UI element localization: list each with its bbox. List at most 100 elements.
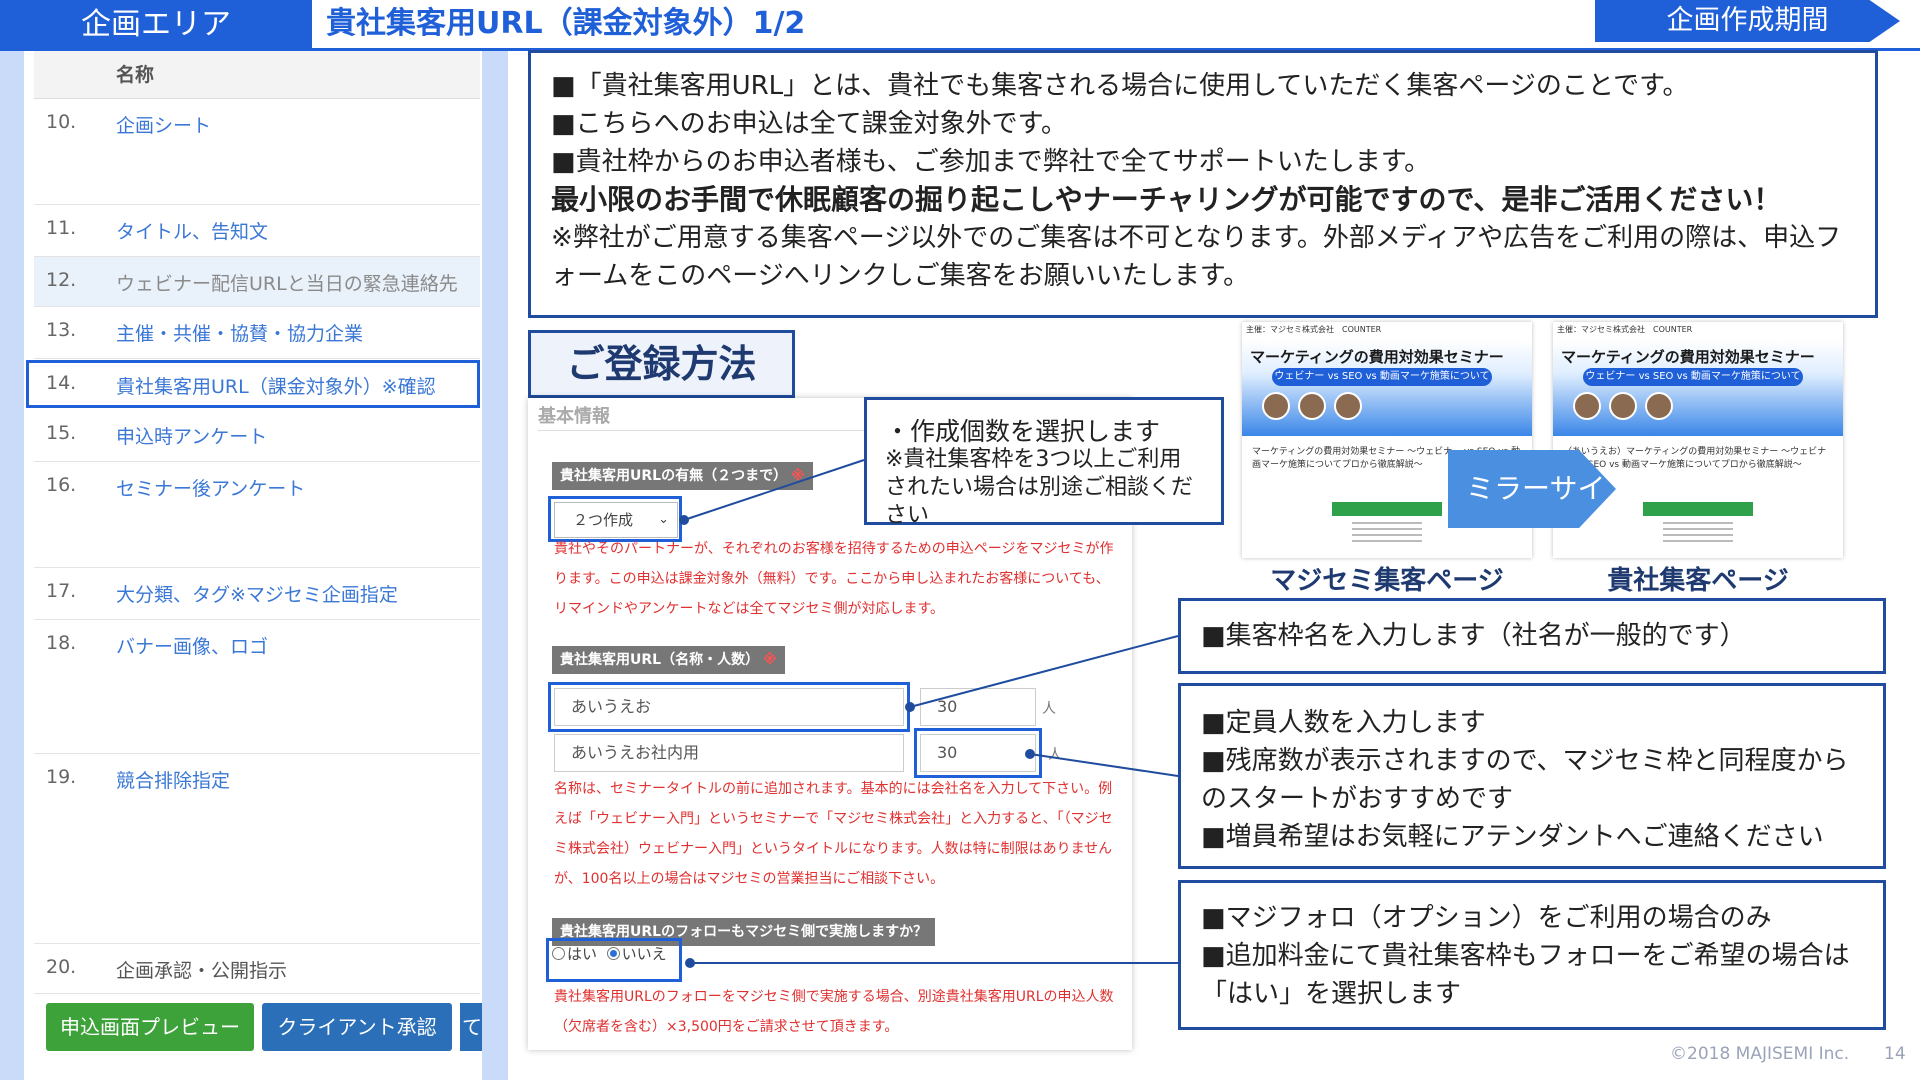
sidebar-item-approval[interactable]: 20. 企画承認・公開指示 <box>34 944 480 994</box>
sidebar-item-number: 17. <box>46 580 77 602</box>
name-input-highlight <box>548 682 910 732</box>
registration-title: ご登録方法 <box>528 330 795 398</box>
sidebar-item-label[interactable]: セミナー後アンケート <box>116 474 476 501</box>
sidebar-item-label[interactable]: 企画承認・公開指示 <box>116 956 476 983</box>
thumbnail-apply-button <box>1643 502 1753 516</box>
field-label-text: 貴社集客用URLの有無（２つまで） <box>560 468 788 484</box>
thumbnail-banner-title: マーケティングの費用対効果セミナー <box>1250 348 1504 366</box>
thumbnail-header: 主催：マジセミ株式会社 COUNTER <box>1246 325 1382 334</box>
sidebar-item-number: 13. <box>46 319 77 341</box>
sidebar-item-label[interactable]: タイトル、告知文 <box>116 217 476 244</box>
speaker-avatar <box>1298 392 1326 420</box>
form-section-label: 基本情報 <box>538 406 610 427</box>
sidebar-item-competitor-exclusion[interactable]: 19. 競合排除指定 <box>34 754 480 944</box>
thumbnail-banner: マーケティングの費用対効果セミナー ウェビナー vs SEO vs 動画マーケ施… <box>1553 340 1843 436</box>
callout-text: ■マジフォロ（オプション）をご利用の場合のみ <box>1201 903 1772 933</box>
form-note-url-count: 貴社やそのパートナーが、それぞれのお客様を招待するための申込ページをマジセミが作… <box>554 541 1114 617</box>
intro-line: ■貴社枠からのお申込者様も、ご参加まで弊社で全てサポートいたします。 <box>551 147 1431 177</box>
form-note-follow: 貴社集客用URLのフォローをマジセミ側で実施する場合、別途貴社集客用URLの申込… <box>554 989 1114 1035</box>
thumbnail-banner-title: マーケティングの費用対効果セミナー <box>1561 348 1815 366</box>
callout-text: ■残席数が表示されますので、マジセミ枠と同程度からのスタートがおすすめです <box>1201 746 1849 814</box>
header-area-label: 企画エリア <box>0 0 312 50</box>
speaker-avatar <box>1262 392 1290 420</box>
page-title: 貴社集客用URL（課金対象外）1/2 <box>326 6 806 41</box>
sidebar-item-number: 11. <box>46 217 77 239</box>
url-name-input-2[interactable]: あいうえお社内用 <box>554 734 904 772</box>
callout-count: ・作成個数を選択します ※貴社集客枠を3つ以上ご利用されたい場合は別途ご相談くだ… <box>864 397 1224 528</box>
unit-label: 人 <box>1042 701 1056 717</box>
sidebar-item-number: 15. <box>46 422 77 444</box>
thumbnail-header: 主催：マジセミ株式会社 COUNTER <box>1557 325 1693 334</box>
connector-dot <box>679 515 689 525</box>
sidebar-item-organizers[interactable]: 13. 主催・共催・協賛・協力企業 <box>34 307 480 359</box>
sidebar-item-number: 12. <box>46 269 77 291</box>
copyright: ©2018 MAJISEMI Inc. <box>1670 1044 1850 1064</box>
thumbnail-banner-subtitle: ウェビナー vs SEO vs 動画マーケ施策について <box>1272 368 1492 386</box>
sidebar-item-label[interactable]: 貴社集客用URL（課金対象外）※確認 <box>116 372 476 399</box>
callout-text: ■定員人数を入力します <box>1201 708 1486 738</box>
connector-dot <box>905 702 915 712</box>
thumbnail-fine-print <box>1663 522 1733 546</box>
sidebar-item-number: 14. <box>46 372 77 394</box>
speaker-avatar <box>1334 392 1362 420</box>
callout-text: ※貴社集客枠を3つ以上ご利用されたい場合は別途ご相談ください <box>885 447 1194 528</box>
thumbnail-banner-subtitle: ウェビナー vs SEO vs 動画マーケ施策について <box>1583 368 1803 386</box>
sidebar-column-header: 名称 <box>34 51 480 99</box>
intro-note: ※弊社がご用意する集客ページ以外でのご集客は不可となります。外部メディアや広告を… <box>551 223 1842 291</box>
intro-box: ■「貴社集客用URL」とは、貴社でも集客される場合に使用していただく集客ページの… <box>528 50 1878 318</box>
callout-follow: ■マジフォロ（オプション）をご利用の場合のみ ■追加料金にて貴社集客枠もフォロー… <box>1178 880 1886 1030</box>
sidebar-item-webinar-url[interactable]: 12. ウェビナー配信URLと当日の緊急連絡先 <box>34 257 480 307</box>
preview-button[interactable]: 申込画面プレビュー <box>46 1003 254 1051</box>
client-approve-button[interactable]: クライアント承認 <box>262 1003 452 1051</box>
sidebar-item-post-survey[interactable]: 16. セミナー後アンケート <box>34 462 480 568</box>
speaker-avatar <box>1609 392 1637 420</box>
sidebar-item-title[interactable]: 11. タイトル、告知文 <box>34 205 480 257</box>
speaker-avatar <box>1645 392 1673 420</box>
sidebar-item-label[interactable]: 主催・共催・協賛・協力企業 <box>116 319 476 346</box>
thumbnail-fine-print <box>1352 522 1422 546</box>
sidebar-item-number: 18. <box>46 632 77 654</box>
radio-highlight <box>546 938 682 982</box>
sidebar-item-number: 20. <box>46 956 77 978</box>
url-count-input-1[interactable]: 30 <box>920 688 1036 726</box>
callout-text: ■増員希望はお気軽にアテンダントへご連絡ください <box>1201 822 1824 852</box>
count-input-highlight <box>914 728 1042 778</box>
company-page-thumbnail: 主催：マジセミ株式会社 COUNTER マーケティングの費用対効果セミナー ウェ… <box>1553 322 1843 558</box>
sidebar-item-banner-logo[interactable]: 18. バナー画像、ロゴ <box>34 620 480 754</box>
intro-highlight: 最小限のお手間で休眠顧客の掘り起こしやナーチャリングが可能ですので、是非ご活用く… <box>551 183 1782 216</box>
intro-line: ■こちらへのお申込は全て課金対象外です。 <box>551 109 1067 139</box>
sidebar-item-signup-survey[interactable]: 15. 申込時アンケート <box>34 410 480 462</box>
field-label-text: 貴社集客用URL（名称・人数） <box>560 652 760 668</box>
speaker-avatar <box>1573 392 1601 420</box>
connector-dot <box>1025 749 1035 759</box>
sidebar-item-company-url[interactable]: 14. 貴社集客用URL（課金対象外）※確認 <box>26 360 480 408</box>
callout-capacity: ■定員人数を入力します ■残席数が表示されますので、マジセミ枠と同程度からのスタ… <box>1178 683 1886 869</box>
required-mark: ※ <box>791 468 805 484</box>
majisemi-page-label: マジセミ集客ページ <box>1270 566 1504 596</box>
sidebar-item-number: 10. <box>46 111 77 133</box>
sidebar-item-number: 19. <box>46 766 77 788</box>
callout-text: ■追加料金にて貴社集客枠もフォローをご希望の場合は「はい」を選択します <box>1201 941 1850 1009</box>
sidebar-item-label[interactable]: 申込時アンケート <box>116 422 476 449</box>
sidebar-item-label[interactable]: ウェビナー配信URLと当日の緊急連絡先 <box>116 269 476 296</box>
intro-line: ■「貴社集客用URL」とは、貴社でも集客される場合に使用していただく集客ページの… <box>551 71 1689 101</box>
form-note-url-name: 名称は、セミナータイトルの前に追加されます。基本的には会社名を入力して下さい。例… <box>554 781 1113 887</box>
field-label-url-count: 貴社集客用URLの有無（２つまで） ※ <box>552 462 813 490</box>
sidebar-item-category-tags[interactable]: 17. 大分類、タグ※マジセミ企画指定 <box>34 568 480 620</box>
thumbnail-description: （あいうえお）マーケティングの費用対効果セミナー ～ウェビナー vs SEO v… <box>1563 447 1827 470</box>
callout-name: ■集客枠名を入力します（社名が一般的です） <box>1178 598 1886 674</box>
thumbnail-apply-button <box>1332 502 1442 516</box>
sidebar-item-label[interactable]: 企画シート <box>116 111 476 138</box>
sidebar-item-number: 16. <box>46 474 77 496</box>
truncated-button[interactable]: て <box>460 1003 482 1051</box>
sidebar-item-label[interactable]: 大分類、タグ※マジセミ企画指定 <box>116 580 476 607</box>
sidebar-item-label[interactable]: 競合排除指定 <box>116 766 476 793</box>
connector-dot <box>685 958 695 968</box>
header-period-label: 企画作成期間 <box>1595 0 1900 42</box>
company-page-label: 貴社集客ページ <box>1607 566 1789 596</box>
callout-text: ・作成個数を選択します <box>885 417 1161 446</box>
unit-label: 人 <box>1048 747 1062 763</box>
sidebar-item-plan-sheet[interactable]: 10. 企画シート <box>34 99 480 205</box>
sidebar-item-label[interactable]: バナー画像、ロゴ <box>116 632 476 659</box>
required-mark: ※ <box>763 652 777 668</box>
